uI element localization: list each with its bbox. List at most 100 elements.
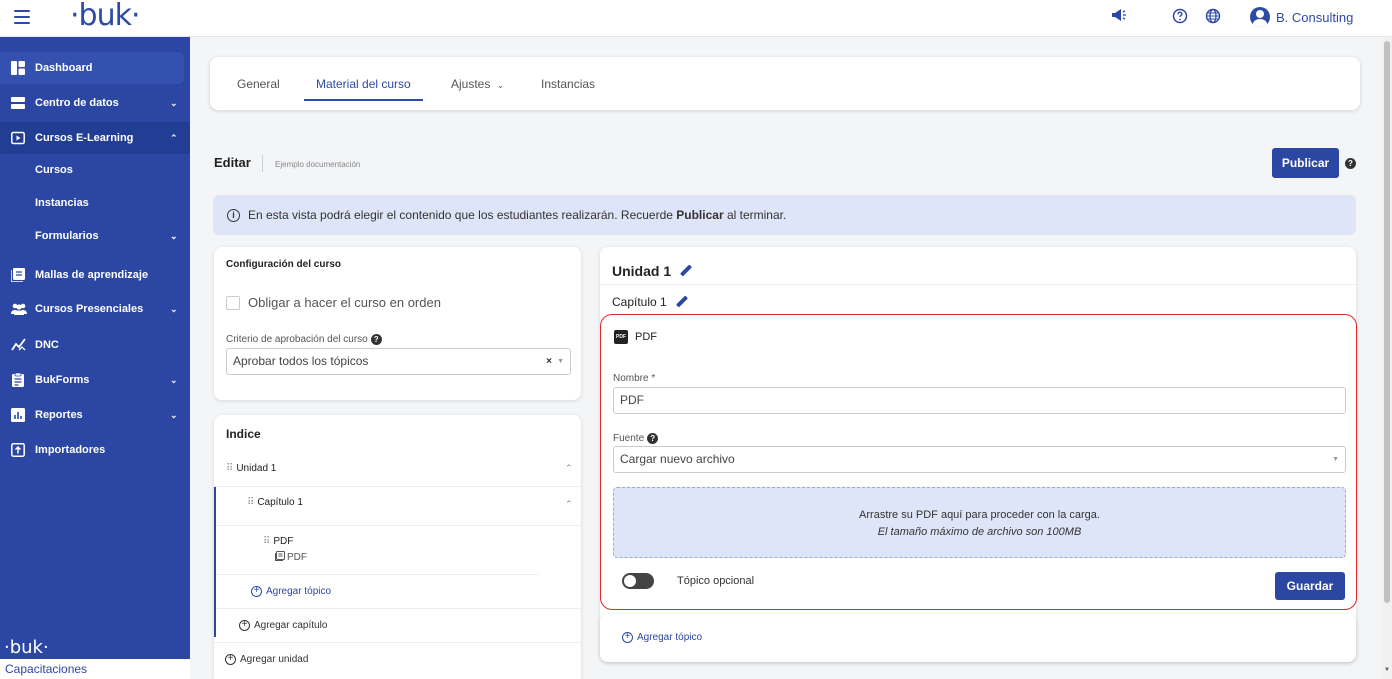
dropzone-size-limit: El tamaño máximo de archivo son 100MB	[877, 526, 1082, 538]
add-topic-link[interactable]: + Agregar tópico	[622, 632, 702, 643]
info-banner: i En esta vista podrá elegir el contenid…	[213, 195, 1356, 235]
save-button[interactable]: Guardar	[1275, 572, 1345, 600]
publish-help-icon[interactable]: ?	[1345, 158, 1356, 169]
chevron-down-icon: ⌄	[170, 374, 178, 385]
fuente-select[interactable]: Cargar nuevo archivo ▼	[613, 446, 1346, 473]
sidebar-subitem-cursos[interactable]: Cursos	[0, 155, 190, 185]
drag-handle-icon[interactable]: ⠿	[226, 463, 233, 474]
topic-editor: PDF PDF Nombre * PDF Fuente? Cargar nuevo…	[600, 314, 1357, 610]
pdf-dropzone[interactable]: Arrastre su PDF aquí para proceder con l…	[613, 487, 1346, 558]
order-checkbox[interactable]	[226, 295, 240, 310]
tab-ajustes[interactable]: Ajustes ⌄	[451, 57, 504, 101]
index-topic-type: PDF	[275, 551, 307, 564]
chevron-up-icon[interactable]: ⌃	[565, 463, 573, 474]
globe-icon[interactable]	[1203, 8, 1223, 28]
buk-logo[interactable]: ·buk·	[70, 0, 141, 33]
chevron-down-icon: ⌄	[170, 97, 178, 108]
edit-pencil-icon[interactable]	[676, 296, 688, 308]
criterio-help-icon[interactable]: ?	[370, 334, 382, 345]
chart-line-icon	[11, 338, 26, 352]
fuente-label: Fuente?	[613, 433, 659, 444]
upload-icon	[11, 443, 25, 457]
avatar	[1250, 7, 1270, 27]
sidebar-item-centro-de-datos[interactable]: Centro de datos ⌄	[0, 87, 190, 119]
chapter-title: Capítulo 1	[612, 295, 688, 309]
tab-material-del-curso[interactable]: Material del curso	[304, 57, 423, 101]
dashboard-icon	[11, 61, 25, 75]
sidebar: Dashboard Centro de datos ⌄ Cursos E-Lea…	[0, 37, 190, 679]
nombre-input[interactable]: PDF	[613, 387, 1346, 414]
plus-circle-icon: +	[622, 632, 633, 643]
chevron-down-icon: ⌄	[170, 230, 178, 241]
hamburger-menu-icon[interactable]	[14, 10, 30, 24]
caret-down-icon: ▼	[1332, 456, 1339, 463]
edit-pencil-icon[interactable]	[680, 265, 692, 277]
sidebar-item-bukforms[interactable]: BukForms ⌄	[0, 364, 190, 396]
index-topic-row[interactable]: ⠿ PDF	[263, 536, 293, 547]
buk-footer-logo: ·buk·	[4, 637, 49, 658]
pdf-icon: PDF	[614, 330, 628, 344]
caret-down-icon: ▼	[557, 358, 564, 365]
sidebar-item-reportes[interactable]: Reportes ⌄	[0, 399, 190, 431]
fuente-help-icon[interactable]: ?	[647, 433, 659, 444]
info-text: En esta vista podrá elegir el contenido …	[248, 208, 787, 222]
add-chapter-link[interactable]: + Agregar capítulo	[239, 620, 327, 631]
title-divider	[262, 155, 263, 172]
clear-icon[interactable]: ×	[546, 349, 552, 374]
sidebar-item-cursos-elearning[interactable]: Cursos E-Learning ⌃	[0, 122, 190, 154]
help-circle-icon[interactable]	[1170, 8, 1190, 28]
chevron-down-icon: ⌄	[496, 80, 505, 90]
optional-topic-label: Tópico opcional	[677, 575, 755, 587]
users-icon	[11, 302, 27, 316]
index-title: Indice	[226, 427, 261, 441]
dropzone-instruction: Arrastre su PDF aquí para proceder con l…	[859, 509, 1100, 521]
sidebar-item-dnc[interactable]: DNC	[0, 329, 190, 361]
config-title: Configuración del curso	[226, 259, 342, 270]
unit-indent-bar	[214, 487, 216, 637]
play-icon	[11, 131, 25, 145]
chevron-down-icon: ⌄	[170, 409, 178, 420]
order-checkbox-row[interactable]: Obligar a hacer el curso en orden	[226, 295, 441, 310]
unit-title: Unidad 1	[612, 263, 692, 279]
add-topic-card: + Agregar tópico	[600, 614, 1356, 662]
plus-circle-icon: +	[239, 620, 250, 631]
drag-handle-icon[interactable]: ⠿	[247, 497, 254, 508]
plus-circle-icon: +	[225, 654, 236, 665]
megaphone-icon[interactable]	[1109, 8, 1129, 28]
criterio-label: Criterio de aprobación del curso?	[226, 334, 382, 345]
database-icon	[11, 96, 25, 110]
bar-chart-icon	[11, 408, 25, 422]
optional-topic-toggle[interactable]	[622, 573, 654, 589]
add-topic-link[interactable]: + Agregar tópico	[251, 586, 331, 597]
criterio-select[interactable]: Aprobar todos los tópicos × ▼	[226, 348, 571, 375]
scroll-down-icon[interactable]: ▼	[1384, 667, 1390, 673]
nombre-label: Nombre *	[613, 373, 656, 384]
course-config-card: Configuración del curso Obligar a hacer …	[214, 247, 581, 400]
tab-general[interactable]: General	[237, 57, 280, 101]
chevron-up-icon[interactable]: ⌃	[565, 499, 573, 510]
page-scrollbar[interactable]: ▼	[1382, 37, 1392, 679]
tab-instancias[interactable]: Instancias	[541, 57, 595, 101]
top-bar: ·buk· B. Consulting	[0, 0, 1392, 37]
index-unit-row[interactable]: ⠿ Unidad 1	[226, 463, 276, 474]
user-name: B. Consulting	[1276, 9, 1354, 25]
user-menu[interactable]: B. Consulting	[1250, 6, 1353, 28]
sidebar-item-dashboard[interactable]: Dashboard	[0, 52, 184, 84]
clipboard-icon	[11, 372, 25, 387]
plus-circle-icon: +	[251, 586, 262, 597]
add-unit-link[interactable]: + Agregar unidad	[225, 654, 308, 665]
sidebar-item-mallas[interactable]: Mallas de aprendizaje	[0, 259, 190, 291]
sidebar-item-importadores[interactable]: Importadores	[0, 434, 190, 466]
sidebar-item-cursos-presenciales[interactable]: Cursos Presenciales ⌄	[0, 293, 190, 325]
sidebar-subitem-instancias[interactable]: Instancias	[0, 188, 190, 218]
tabs-bar: General Material del curso Ajustes ⌄ Ins…	[210, 57, 1360, 110]
app-name-label: Capacitaciones	[0, 659, 190, 679]
scrollbar-thumb[interactable]	[1384, 41, 1390, 603]
drag-handle-icon[interactable]: ⠿	[263, 536, 270, 547]
course-name: Ejemplo documentación	[275, 160, 361, 169]
sidebar-subitem-formularios[interactable]: Formularios ⌄	[0, 221, 190, 251]
book-icon	[10, 268, 25, 283]
order-checkbox-label: Obligar a hacer el curso en orden	[248, 295, 441, 310]
index-chapter-row[interactable]: ⠿ Capítulo 1	[247, 497, 303, 508]
publish-button[interactable]: Publicar	[1272, 148, 1339, 178]
